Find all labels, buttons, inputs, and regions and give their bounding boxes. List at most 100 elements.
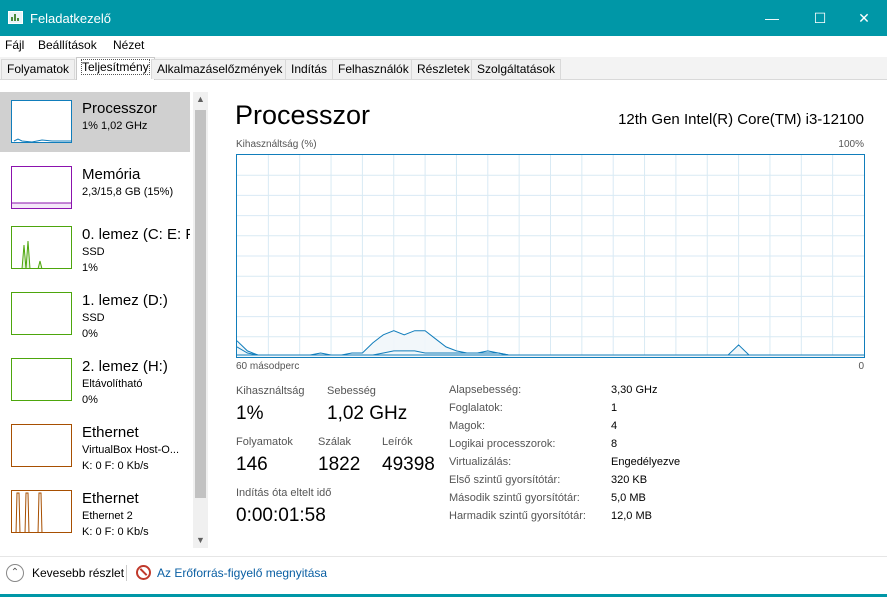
- ethernet2-mini-graph: [11, 490, 72, 533]
- resource-detail: SSD: [82, 312, 105, 324]
- tab-label: Alkalmazáselőzmények: [157, 62, 283, 76]
- processes-label: Folyamatok: [236, 436, 293, 448]
- disk0-mini-graph: [11, 226, 72, 269]
- resource-disk-2[interactable]: 2. lemez (H:) Eltávolítható 0%: [0, 350, 190, 410]
- property-key: Logikai processzorok:: [449, 438, 556, 450]
- resource-name: Ethernet: [82, 424, 139, 441]
- cpu-utilization-graph: [236, 154, 865, 358]
- tab-label: Indítás: [291, 62, 328, 76]
- property-value: 12,0 MB: [611, 510, 652, 522]
- resource-name: 0. lemez (C: E: F:: [82, 226, 190, 243]
- resource-name: 1. lemez (D:): [82, 292, 168, 309]
- resource-detail: 1% 1,02 GHz: [82, 120, 148, 132]
- sidebar-scrollbar[interactable]: ▲ ▼: [193, 92, 208, 548]
- uptime-value: 0:00:01:58: [236, 505, 326, 526]
- graph-y-label: Kihasználtság (%): [236, 139, 317, 150]
- resource-usage: K: 0 F: 0 Kb/s: [82, 460, 149, 472]
- resource-monitor-icon: [136, 565, 151, 580]
- menu-options[interactable]: Beállítások: [38, 38, 97, 52]
- property-value: 8: [611, 438, 618, 450]
- resource-detail: Ethernet 2: [82, 510, 133, 522]
- footer-divider: [126, 565, 127, 581]
- property-key: Alapsebesség:: [449, 384, 522, 396]
- ethernet1-mini-graph: [11, 424, 72, 467]
- memory-mini-graph: [11, 166, 72, 209]
- resource-name: Processzor: [82, 100, 158, 117]
- title-bar: Feladatkezelő — ☐ ✕: [0, 0, 887, 36]
- property-key: Második szintű gyorsítótár:: [449, 492, 580, 504]
- tab-label: Folyamatok: [7, 62, 70, 76]
- disk1-mini-graph: [11, 292, 72, 335]
- utilization-label: Kihasználtság: [236, 385, 305, 397]
- graph-x-right-label: 0: [858, 361, 864, 372]
- resource-detail: SSD: [82, 246, 105, 258]
- speed-label: Sebesség: [327, 385, 376, 397]
- resource-usage: K: 0 F: 0 Kb/s: [82, 526, 149, 538]
- threads-label: Szálak: [318, 436, 352, 448]
- scroll-down-icon[interactable]: ▼: [193, 533, 208, 548]
- task-manager-icon: [8, 11, 23, 24]
- tab-startup[interactable]: Indítás: [285, 59, 334, 79]
- menu-file[interactable]: Fájl: [5, 38, 24, 52]
- utilization-value: 1%: [236, 403, 264, 424]
- scroll-up-icon[interactable]: ▲: [193, 92, 208, 107]
- uptime-label: Indítás óta eltelt idő: [236, 487, 332, 499]
- tab-details[interactable]: Részletek: [411, 59, 476, 79]
- resource-usage: 0%: [82, 328, 98, 340]
- cpu-model: 12th Gen Intel(R) Core(TM) i3-12100: [618, 111, 864, 128]
- menu-view[interactable]: Nézet: [113, 38, 144, 52]
- open-resource-monitor-link[interactable]: Az Erőforrás-figyelő megnyitása: [157, 566, 327, 580]
- property-key: Magok:: [449, 420, 486, 432]
- close-button[interactable]: ✕: [841, 0, 887, 36]
- cpu-mini-graph: [11, 100, 72, 143]
- minimize-button[interactable]: —: [749, 0, 795, 36]
- tab-label: Teljesítmény: [81, 59, 150, 75]
- menu-bar: Fájl Beállítások Nézet: [0, 36, 887, 56]
- graph-max-label: 100%: [838, 139, 864, 150]
- resource-name: 2. lemez (H:): [82, 358, 168, 375]
- footer: ⌃ Kevesebb részlet Az Erőforrás-figyelő …: [0, 556, 887, 597]
- chevron-up-icon[interactable]: ⌃: [6, 564, 24, 582]
- tab-processes[interactable]: Folyamatok: [1, 59, 76, 79]
- property-key: Első szintű gyorsítótár:: [449, 474, 561, 486]
- disk2-mini-graph: [11, 358, 72, 401]
- resource-memory[interactable]: Memória 2,3/15,8 GB (15%): [0, 158, 190, 218]
- maximize-button[interactable]: ☐: [797, 0, 843, 36]
- fewer-details-button[interactable]: Kevesebb részlet: [32, 566, 124, 580]
- tab-strip: Folyamatok Teljesítmény Alkalmazáselőzmé…: [0, 57, 887, 80]
- property-key: Foglalatok:: [449, 402, 503, 414]
- tab-app-history[interactable]: Alkalmazáselőzmények: [151, 59, 289, 79]
- resource-detail: VirtualBox Host-O...: [82, 444, 179, 456]
- graph-x-left-label: 60 másodperc: [236, 361, 300, 372]
- scroll-thumb[interactable]: [195, 110, 206, 498]
- resource-name: Ethernet: [82, 490, 139, 507]
- resource-disk-1[interactable]: 1. lemez (D:) SSD 0%: [0, 284, 190, 344]
- tab-services[interactable]: Szolgáltatások: [471, 59, 562, 79]
- property-value: 4: [611, 420, 618, 432]
- property-value: 3,30 GHz: [611, 384, 658, 396]
- resource-ethernet-2[interactable]: Ethernet Ethernet 2 K: 0 F: 0 Kb/s: [0, 482, 190, 542]
- handles-label: Leírók: [382, 436, 413, 448]
- threads-value: 1822: [318, 454, 361, 475]
- resource-usage: 0%: [82, 394, 98, 406]
- tab-label: Részletek: [417, 62, 470, 76]
- property-value: Engedélyezve: [611, 456, 681, 468]
- resource-name: Memória: [82, 166, 141, 183]
- tab-performance[interactable]: Teljesítmény: [76, 57, 155, 80]
- property-value: 320 KB: [611, 474, 648, 486]
- window-title: Feladatkezelő: [30, 11, 111, 26]
- speed-value: 1,02 GHz: [327, 403, 408, 424]
- resource-disk-0[interactable]: 0. lemez (C: E: F: SSD 1%: [0, 218, 190, 278]
- tab-users[interactable]: Felhasználók: [332, 59, 415, 79]
- resource-detail: 2,3/15,8 GB (15%): [82, 186, 174, 198]
- resource-cpu[interactable]: Processzor 1% 1,02 GHz: [0, 92, 190, 152]
- resource-list: Processzor 1% 1,02 GHz Memória 2,3/15,8 …: [0, 92, 190, 547]
- tab-label: Felhasználók: [338, 62, 409, 76]
- tab-label: Szolgáltatások: [477, 62, 556, 76]
- resource-ethernet-1[interactable]: Ethernet VirtualBox Host-O... K: 0 F: 0 …: [0, 416, 190, 476]
- property-value: 1: [611, 402, 618, 414]
- resource-usage: 1%: [82, 262, 98, 274]
- resource-detail: Eltávolítható: [82, 378, 143, 390]
- property-value: 5,0 MB: [611, 492, 646, 504]
- handles-value: 49398: [382, 454, 435, 475]
